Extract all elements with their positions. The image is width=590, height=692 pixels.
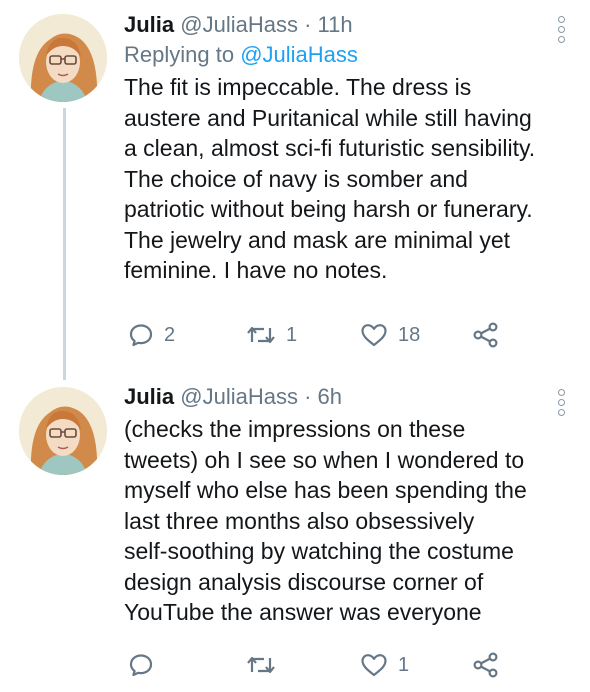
thread-connector-line: [63, 108, 66, 380]
retweet-icon: [247, 326, 275, 344]
like-count: 1: [398, 653, 410, 676]
separator-dot: ·: [304, 12, 312, 37]
tweet-text-line: YouTube the answer was everyone: [124, 599, 482, 625]
heart-icon: [361, 324, 387, 347]
avatar[interactable]: [19, 387, 107, 475]
tweet-text-line: The fit is impeccable. The dress is: [124, 74, 472, 100]
share-button[interactable]: [472, 648, 500, 682]
avatar[interactable]: [19, 14, 107, 102]
tweet-text-line: patriotic without being harsh or funerar…: [124, 196, 533, 222]
retweet-button[interactable]: [246, 648, 286, 682]
tweet-text: The fit is impeccable. The dress is aust…: [124, 72, 564, 286]
tweet-text-line: design analysis discourse corner of: [124, 568, 484, 595]
tweet-text-line: last three months also obsessively: [124, 507, 475, 534]
replying-to-mention[interactable]: @JuliaHass: [240, 42, 358, 67]
like-button[interactable]: 18: [360, 318, 420, 352]
reply-button[interactable]: 2: [128, 318, 175, 352]
timestamp[interactable]: 11h: [318, 12, 353, 37]
tweet-text-line: self-soothing by watching the costume: [124, 538, 514, 564]
display-name[interactable]: Julia: [124, 12, 174, 37]
tweet-header: Julia @JuliaHass · 6h: [124, 382, 564, 412]
heart-icon: [361, 654, 387, 677]
timestamp[interactable]: 6h: [318, 384, 342, 409]
replying-to-label: Replying to: [124, 42, 235, 67]
more-vertical-icon[interactable]: [554, 389, 568, 416]
reply-button[interactable]: [128, 648, 164, 682]
like-button[interactable]: 1: [360, 648, 409, 682]
like-count: 18: [398, 323, 421, 346]
share-icon: [473, 652, 498, 678]
retweet-button[interactable]: 1: [246, 318, 297, 352]
separator-dot: ·: [304, 384, 312, 409]
more-vertical-icon[interactable]: [554, 16, 568, 43]
tweet-actions: 2 1 18: [128, 318, 528, 352]
tweet-text: (checks the impressions on these tweets)…: [124, 414, 564, 628]
user-handle[interactable]: @JuliaHass: [180, 12, 298, 37]
display-name[interactable]: Julia: [124, 384, 174, 409]
tweet-text-line: tweets) oh I see so when I wondered to: [124, 446, 525, 473]
share-button[interactable]: [472, 318, 500, 352]
user-handle[interactable]: @JuliaHass: [180, 384, 298, 409]
reply-count: 2: [164, 323, 176, 346]
retweet-count: 1: [286, 323, 298, 346]
tweet-text-line: austere and Puritanical while still havi…: [124, 104, 532, 131]
tweet-header: Julia @JuliaHass · 11h: [124, 10, 564, 40]
tweet-actions: 1: [128, 648, 528, 682]
reply-icon: [129, 654, 153, 677]
share-icon: [473, 322, 498, 348]
retweet-icon: [247, 656, 275, 674]
tweet-text-line: The jewelry and mask are minimal yet: [124, 226, 511, 253]
tweet-text-line: a clean, almost sci-fi futuristic sensib…: [124, 135, 536, 161]
tweet-text-line: (checks the impressions on these: [124, 416, 466, 442]
reply-icon: [129, 324, 153, 347]
tweet-text-line: feminine. I have no notes.: [124, 257, 388, 283]
tweet-text-line: The choice of navy is somber and: [124, 165, 468, 192]
replying-to: Replying to @JuliaHass: [124, 40, 564, 70]
tweet-text-line: myself who else has been spending the: [124, 477, 527, 503]
